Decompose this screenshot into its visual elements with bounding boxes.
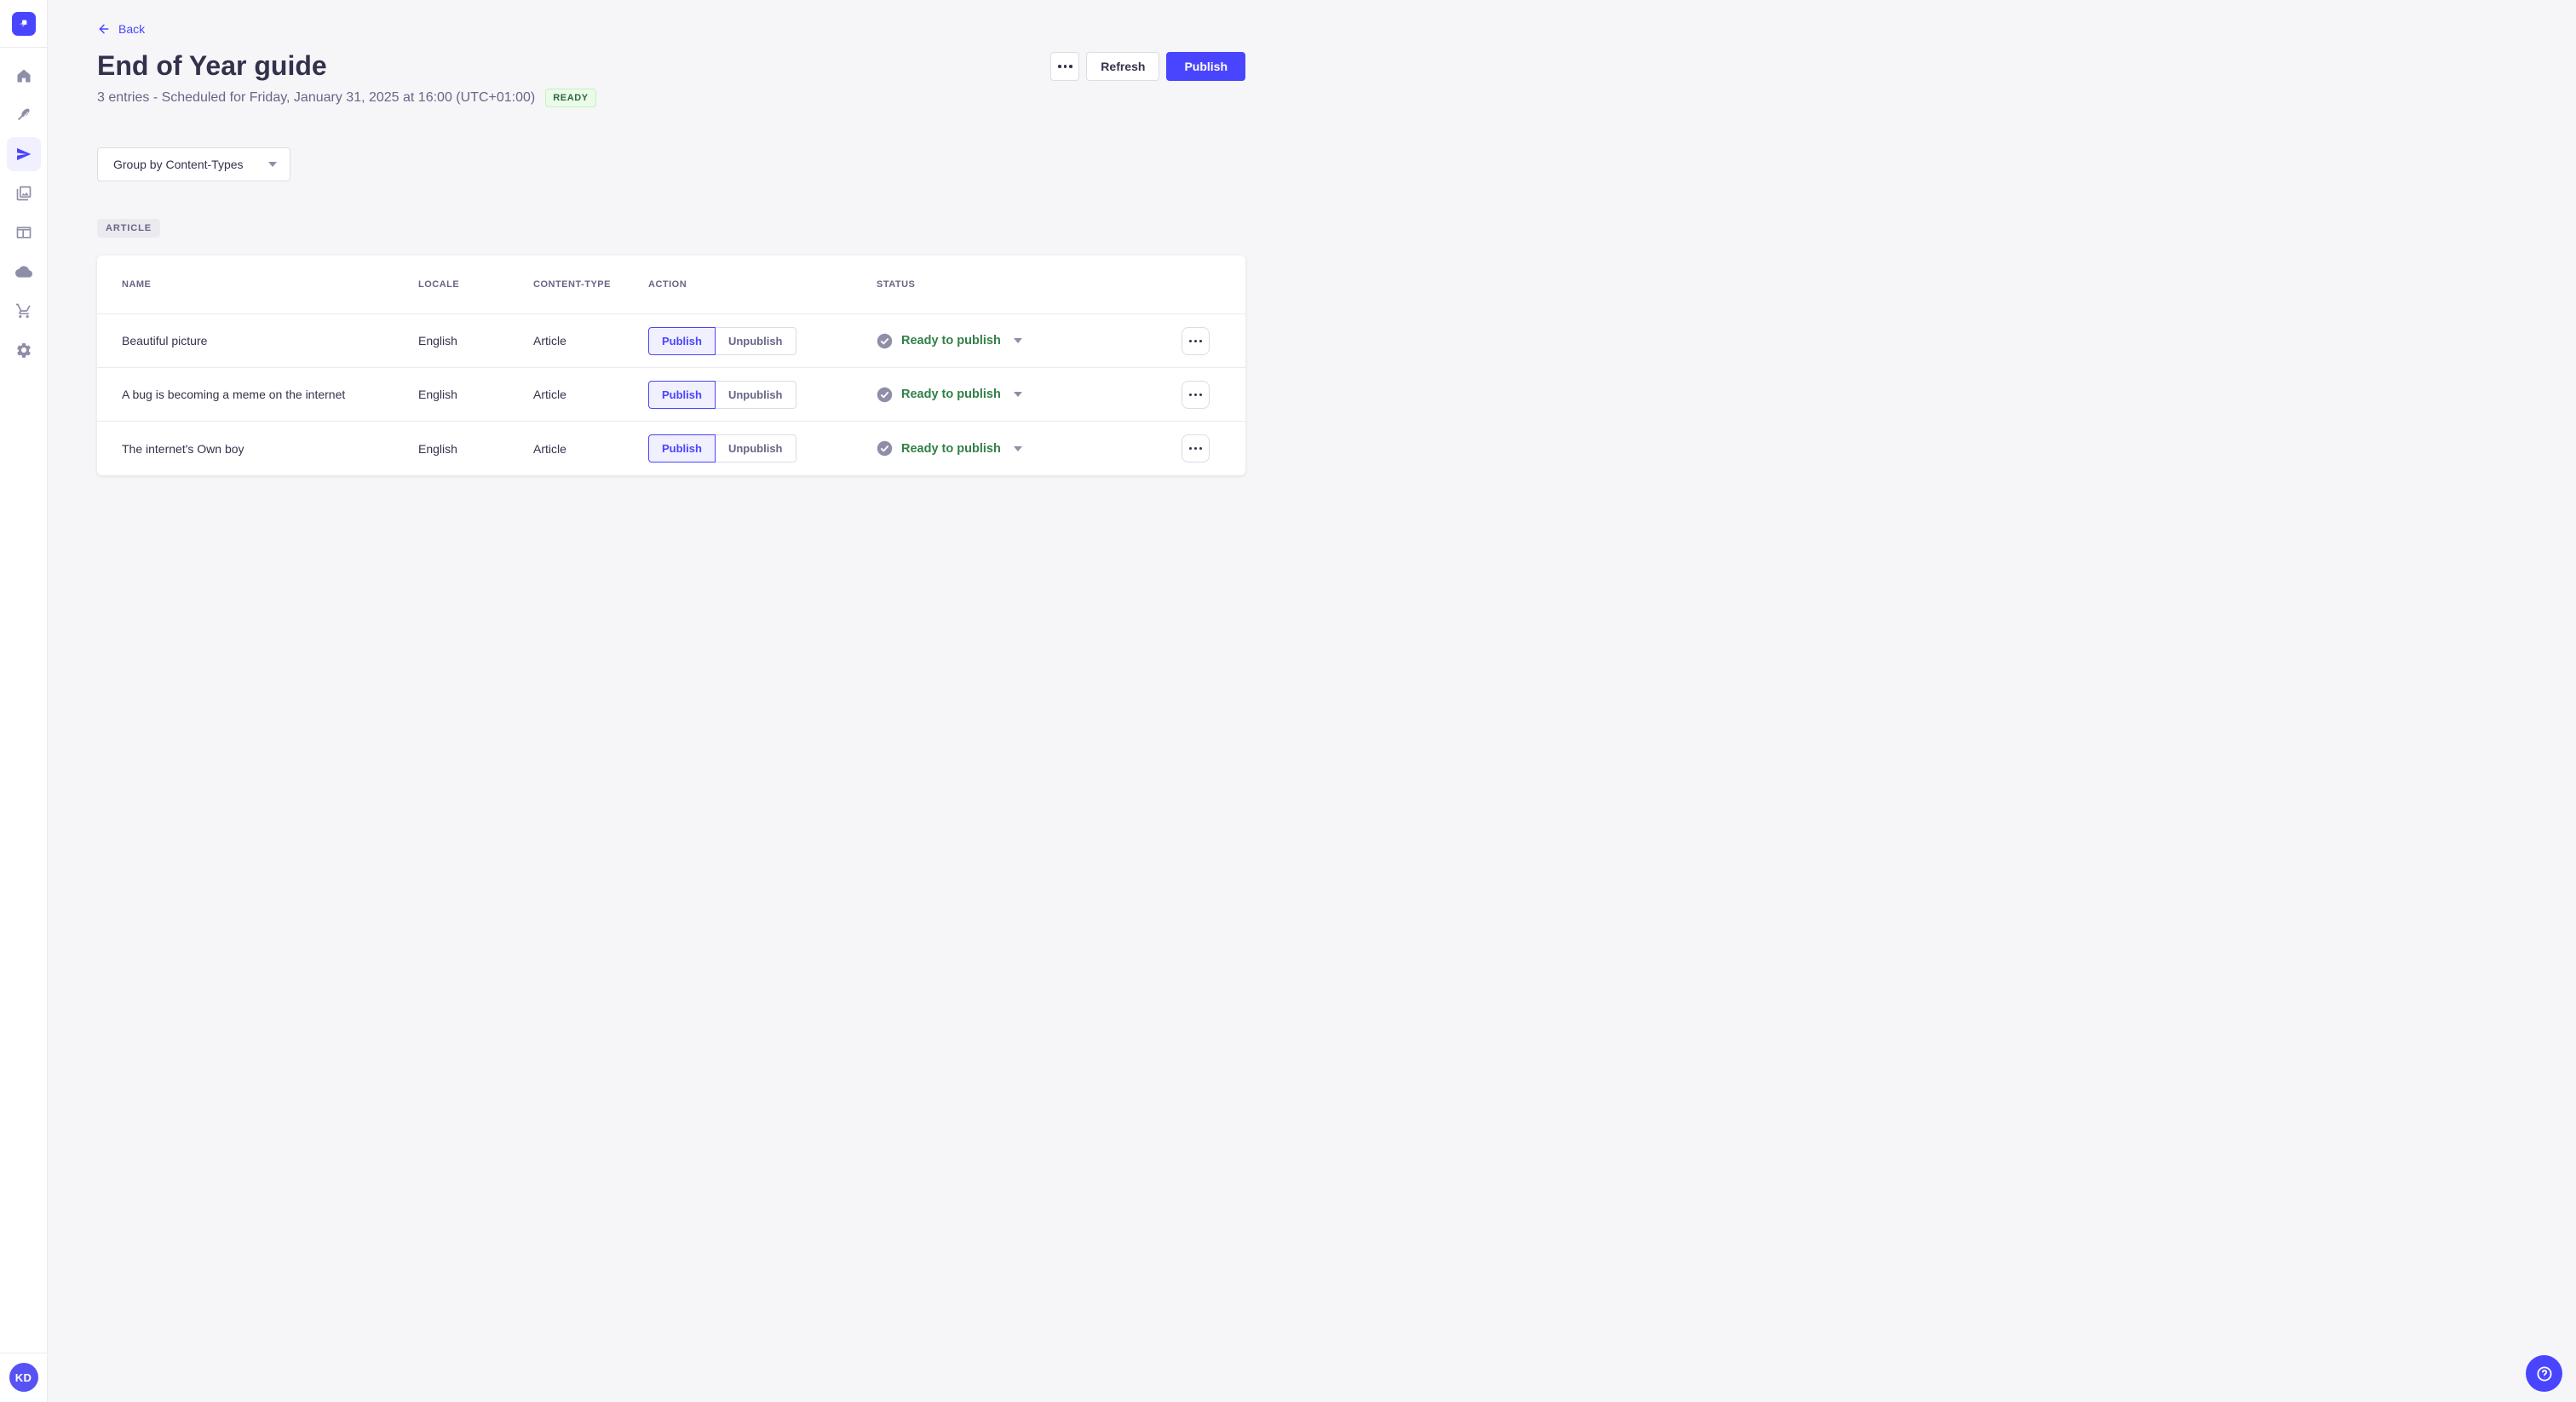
release-more-button[interactable] xyxy=(1050,52,1080,81)
cart-icon xyxy=(15,303,31,319)
entry-status-dropdown[interactable]: Ready to publish xyxy=(877,333,1182,349)
entry-status-dropdown[interactable]: Ready to publish xyxy=(877,440,1182,457)
entry-name: A bug is becoming a meme on the internet xyxy=(122,388,346,402)
feather-icon xyxy=(17,108,30,121)
sidebar-nav xyxy=(6,59,41,367)
entry-publish-button[interactable]: Publish xyxy=(648,380,716,409)
refresh-button[interactable]: Refresh xyxy=(1086,52,1160,81)
logo-wrap xyxy=(0,0,47,48)
entry-more-button[interactable] xyxy=(1182,434,1210,463)
header-actions: Refresh Publish xyxy=(1050,52,1245,81)
column-header-status: STATUS xyxy=(877,279,916,290)
home-icon xyxy=(17,69,30,83)
check-circle-icon xyxy=(877,387,893,402)
ellipsis-icon xyxy=(1058,65,1072,68)
entry-name: Beautiful picture xyxy=(122,334,208,348)
entry-status-dropdown[interactable]: Ready to publish xyxy=(877,387,1182,403)
strapi-logo-icon xyxy=(20,20,27,27)
help-circle-icon xyxy=(2536,1365,2552,1382)
column-header-action: ACTION xyxy=(648,279,687,290)
table-row: Beautiful picture English Article Publis… xyxy=(97,314,1245,369)
column-header-name: NAME xyxy=(122,279,152,290)
publish-release-button[interactable]: Publish xyxy=(1166,52,1245,81)
sidebar: KD xyxy=(0,0,48,1402)
back-link[interactable]: Back xyxy=(97,22,145,36)
entry-action-toggle: Publish Unpublish xyxy=(648,380,877,409)
sidebar-item-deployments[interactable] xyxy=(7,255,41,289)
back-label: Back xyxy=(118,22,146,36)
entry-action-toggle: Publish Unpublish xyxy=(648,434,877,463)
group-by-label: Group by Content-Types xyxy=(113,158,244,172)
entry-action-toggle: Publish Unpublish xyxy=(648,326,877,355)
entry-content-type: Article xyxy=(533,334,566,348)
ellipsis-icon xyxy=(1189,447,1202,451)
gear-icon xyxy=(16,343,31,358)
sidebar-item-marketplace[interactable] xyxy=(7,294,41,328)
entry-content-type: Article xyxy=(533,388,566,402)
table-header-row: NAME LOCALE CONTENT-TYPE ACTION STATUS xyxy=(97,256,1245,315)
release-schedule-text: 3 entries - Scheduled for Friday, Januar… xyxy=(97,90,536,106)
entry-unpublish-button[interactable]: Unpublish xyxy=(715,326,796,355)
entry-unpublish-button[interactable]: Unpublish xyxy=(715,434,796,463)
column-header-locale: LOCALE xyxy=(418,279,460,290)
group-by-select[interactable]: Group by Content-Types xyxy=(97,147,290,182)
arrow-left-icon xyxy=(99,24,109,34)
page-header: End of Year guide Refresh Publish xyxy=(97,50,1245,81)
entry-locale: English xyxy=(418,388,457,402)
release-status-badge: READY xyxy=(545,89,596,108)
chevron-down-icon xyxy=(268,162,277,168)
page-title: End of Year guide xyxy=(97,50,327,81)
entry-content-type: Article xyxy=(533,441,566,456)
sidebar-item-content-manager[interactable] xyxy=(7,98,41,132)
ellipsis-icon xyxy=(1189,393,1202,396)
strapi-logo[interactable] xyxy=(11,11,36,36)
entry-status-label: Ready to publish xyxy=(901,334,1001,348)
entry-name: The internet's Own boy xyxy=(122,441,244,456)
entry-unpublish-button[interactable]: Unpublish xyxy=(715,380,796,409)
layout-icon xyxy=(16,227,31,238)
check-circle-icon xyxy=(877,440,893,457)
help-button[interactable] xyxy=(2526,1355,2562,1392)
sidebar-item-home[interactable] xyxy=(7,59,41,93)
cloud-icon xyxy=(14,266,32,278)
sidebar-item-content-type-builder[interactable] xyxy=(7,215,41,250)
entry-more-button[interactable] xyxy=(1182,326,1210,355)
chevron-down-icon xyxy=(1013,338,1022,344)
release-table-body: Beautiful picture English Article Publis… xyxy=(97,314,1245,475)
content-type-group-badge: ARTICLE xyxy=(97,219,160,238)
main-content: Back End of Year guide Refresh Publish 3… xyxy=(48,0,1288,476)
entry-more-button[interactable] xyxy=(1182,380,1210,409)
entry-locale: English xyxy=(418,334,457,348)
entry-status-label: Ready to publish xyxy=(901,388,1001,402)
sidebar-item-settings[interactable] xyxy=(7,333,41,367)
images-icon xyxy=(16,186,31,201)
check-circle-icon xyxy=(877,333,893,348)
user-avatar[interactable]: KD xyxy=(9,1363,38,1392)
sidebar-item-releases[interactable] xyxy=(6,137,41,171)
release-entries-table: NAME LOCALE CONTENT-TYPE ACTION STATUS B… xyxy=(97,256,1245,476)
sidebar-footer: KD xyxy=(0,1353,47,1402)
sidebar-item-media-library[interactable] xyxy=(7,176,41,210)
table-row: The internet's Own boy English Article P… xyxy=(97,422,1245,475)
entry-locale: English xyxy=(418,441,457,456)
paper-plane-icon xyxy=(16,147,31,161)
chevron-down-icon xyxy=(1013,445,1022,451)
table-row: A bug is becoming a meme on the internet… xyxy=(97,368,1245,422)
entry-publish-button[interactable]: Publish xyxy=(648,434,716,463)
entry-publish-button[interactable]: Publish xyxy=(648,326,716,355)
column-header-content-type: CONTENT-TYPE xyxy=(533,279,611,290)
chevron-down-icon xyxy=(1013,392,1022,398)
subtitle-row: 3 entries - Scheduled for Friday, Januar… xyxy=(97,89,1245,108)
ellipsis-icon xyxy=(1189,339,1202,342)
entry-status-label: Ready to publish xyxy=(901,441,1001,456)
